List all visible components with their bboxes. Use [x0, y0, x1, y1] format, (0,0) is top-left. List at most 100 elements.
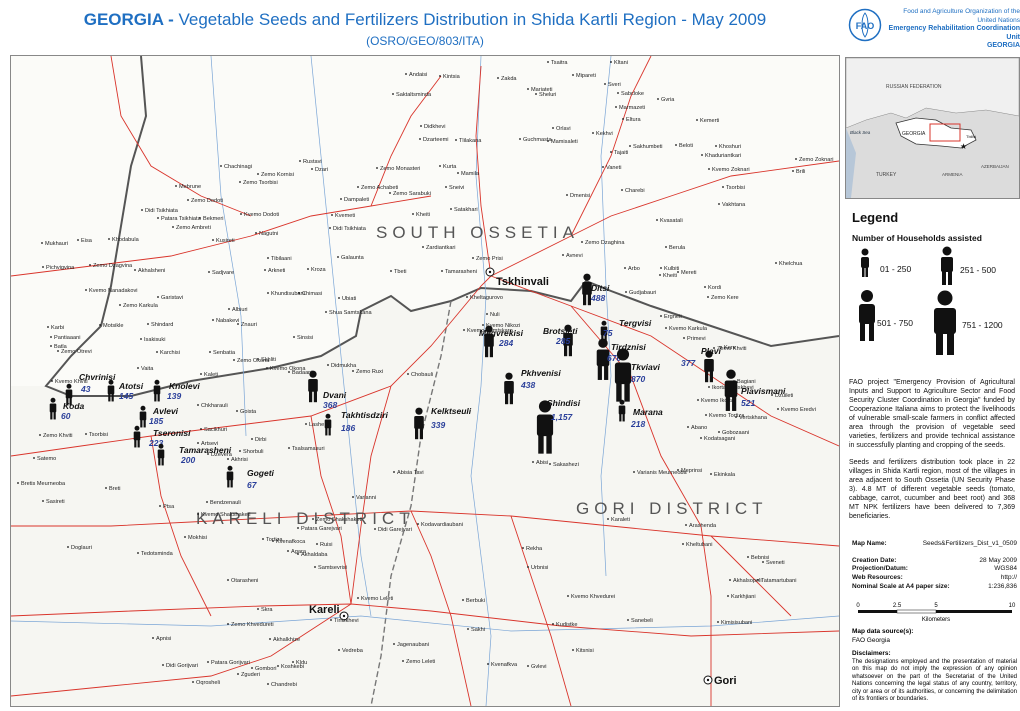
site-marker[interactable]	[153, 379, 161, 402]
disclaimer-text: The designations employed and the presen…	[852, 659, 1017, 703]
site-name-label: Koda	[63, 401, 85, 411]
site-marker[interactable]	[139, 405, 147, 428]
person-icon-part	[308, 379, 318, 392]
place-label: Orlavi	[556, 126, 571, 132]
place-dot	[708, 386, 710, 388]
place-dot	[208, 271, 210, 273]
place-dot	[251, 438, 253, 440]
site-count-label: 368	[323, 400, 337, 410]
site-marker[interactable]	[504, 372, 514, 405]
place-label: Kere	[724, 345, 736, 351]
place-label: Chimasi	[302, 291, 322, 297]
map-frame[interactable]: SOUTH OSSETIA KARELI DISTRICT GORI DISTR…	[10, 55, 840, 707]
person-icon-part	[157, 393, 160, 402]
site-marker[interactable]	[133, 425, 141, 448]
person-icon-part	[583, 293, 587, 306]
place-dot	[233, 359, 235, 361]
site-marker[interactable]	[618, 399, 626, 422]
place-label: Berula	[669, 245, 686, 251]
person-icon-part	[604, 364, 609, 380]
site-marker[interactable]	[157, 443, 165, 466]
site-marker[interactable]	[536, 400, 554, 454]
site-marker[interactable]	[308, 370, 318, 403]
place-label: Andaisi	[409, 72, 427, 78]
place-dot	[357, 597, 359, 599]
place-label: Gudjabauri	[629, 290, 656, 296]
site-marker[interactable]	[614, 348, 632, 402]
place-label: Patara Tsikhiata	[161, 216, 202, 222]
city-marker-gori[interactable]: Gori	[703, 675, 737, 687]
site-count-label: 377	[681, 358, 696, 368]
place-label: Zemo Leleti	[406, 659, 435, 665]
place-label: Kvemo Nanadakovi	[89, 288, 138, 294]
place-dot	[159, 505, 161, 507]
place-dot	[314, 566, 316, 568]
map-canvas[interactable]: SOUTH OSSETIA KARELI DISTRICT GORI DISTR…	[11, 56, 839, 706]
place-label: Zemo Kornisi	[261, 172, 294, 178]
site-marker[interactable]	[724, 369, 738, 411]
place-label: Kvemo Zoknari	[712, 167, 750, 173]
place-dot	[682, 543, 684, 545]
place-label: Kitsnisi	[576, 648, 594, 654]
place-dot	[665, 246, 667, 248]
site-marker[interactable]	[414, 407, 424, 440]
place-dot	[141, 209, 143, 211]
place-label: Khelchua	[779, 261, 803, 267]
person-icon-part	[158, 443, 164, 449]
place-dot	[547, 140, 549, 142]
place-label: Rekha	[526, 546, 543, 552]
place-dot	[467, 628, 469, 630]
site-marker[interactable]	[107, 379, 115, 402]
place-dot	[50, 345, 52, 347]
place-dot	[140, 338, 142, 340]
place-label: Sakhumbeti	[633, 144, 663, 150]
meta-web: Web Resources: http://	[852, 574, 1017, 581]
place-dot	[717, 621, 719, 623]
place-dot	[257, 608, 259, 610]
person-icon-part	[313, 390, 317, 403]
place-dot	[41, 242, 43, 244]
site-name-label: Plavi	[701, 346, 721, 356]
place-label: Zemo Karkula	[123, 303, 159, 309]
site-count-label: 1,157	[551, 412, 574, 422]
person-icon-part	[137, 439, 140, 448]
person-icon-part	[49, 403, 57, 413]
place-dot	[757, 579, 759, 581]
site-marker[interactable]	[49, 397, 57, 420]
place-dot	[262, 538, 264, 540]
place-label: Mukhauri	[45, 241, 68, 247]
place-dot	[687, 426, 689, 428]
legend-label-1: 01 - 250	[880, 264, 912, 274]
place-label: Didi Tsikhiata	[145, 208, 179, 214]
site-name-label: Tamarasheni	[179, 445, 232, 455]
place-dot	[455, 139, 457, 141]
place-label: Zemo Khviti	[43, 433, 73, 439]
place-dot	[227, 458, 229, 460]
scale-unit: Kilometers	[922, 617, 950, 623]
place-dot	[89, 264, 91, 266]
place-dot	[137, 552, 139, 554]
title-country: GEORGIA -	[83, 10, 174, 29]
meta-projection: Projection/Datum: WGS84	[852, 565, 1017, 572]
person-icon-part	[227, 479, 230, 488]
person-icon-part	[485, 345, 489, 358]
place-dot	[220, 165, 222, 167]
place-label: Znauri	[241, 322, 257, 328]
place-dot	[441, 270, 443, 272]
place-dot	[269, 638, 271, 640]
place-dot	[199, 217, 201, 219]
place-label: Didi Gorijvari	[166, 663, 198, 669]
place-dot	[729, 579, 731, 581]
place-dot	[722, 186, 724, 188]
site-marker[interactable]	[226, 465, 234, 488]
place-dot	[735, 416, 737, 418]
place-label: Gvlevi	[531, 664, 547, 670]
place-dot	[527, 566, 529, 568]
person-icon-part	[140, 405, 146, 411]
site-marker[interactable]	[324, 413, 332, 436]
place-dot	[445, 186, 447, 188]
place-dot	[212, 239, 214, 241]
place-dot	[572, 649, 574, 651]
place-dot	[200, 428, 202, 430]
place-dot	[85, 289, 87, 291]
